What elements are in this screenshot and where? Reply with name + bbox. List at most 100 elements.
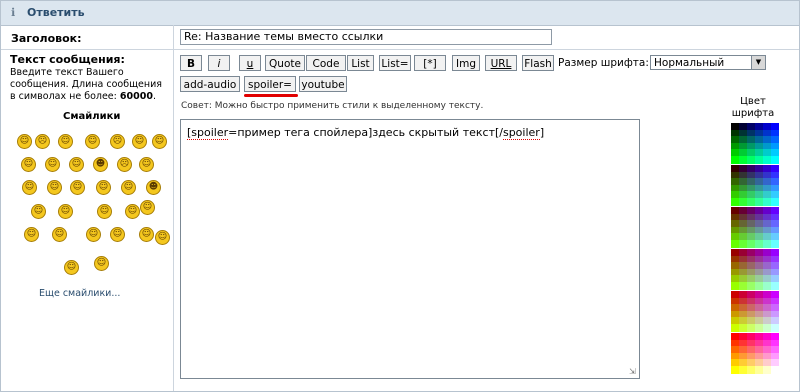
smiley-icon[interactable]: ☺ (31, 204, 46, 219)
smiley-icon[interactable]: ☺ (21, 157, 36, 172)
smiley-icon[interactable]: ☺ (96, 180, 111, 195)
more-smilies-link[interactable]: Еще смайлики... (39, 288, 120, 299)
panel-title: Ответить (27, 6, 85, 19)
smiley-icon[interactable]: ☺ (85, 134, 100, 149)
color-swatch[interactable] (747, 197, 755, 206)
color-swatch[interactable] (747, 239, 755, 248)
color-swatch[interactable] (731, 197, 739, 206)
smiley-icon[interactable]: ☺ (22, 180, 37, 195)
color-swatch[interactable] (755, 197, 763, 206)
smiley-icon[interactable]: ☺ (121, 180, 136, 195)
smiley-icon[interactable]: ☹ (35, 134, 50, 149)
smiley-icon[interactable]: ☺ (132, 134, 147, 149)
toolbar-button-8[interactable]: Img (452, 55, 480, 71)
message-label: Текст сообщения: (10, 53, 125, 66)
smiley-icon[interactable]: ☺ (17, 134, 32, 149)
toolbar-button-7[interactable]: [*] (414, 55, 446, 71)
max-length-value: 60000 (119, 91, 153, 102)
smiley-icon[interactable]: ☺ (70, 180, 85, 195)
color-swatch[interactable] (763, 239, 771, 248)
smiley-icon[interactable]: ☺ (69, 157, 84, 172)
resize-grip-icon[interactable]: ⇲ (629, 368, 637, 376)
smiley-icon[interactable]: ☺ (24, 227, 39, 242)
message-textarea[interactable]: [spoiler=пример тега спойлера]здесь скры… (180, 119, 640, 379)
color-swatch[interactable] (755, 281, 763, 290)
color-swatch[interactable] (771, 365, 779, 374)
color-swatch[interactable] (739, 281, 747, 290)
info-icon: ℹ (11, 6, 16, 19)
color-swatch[interactable] (747, 155, 755, 164)
smiley-icon[interactable]: ☺ (64, 260, 79, 275)
color-swatch[interactable] (755, 155, 763, 164)
smiley-icon[interactable]: ☺ (52, 227, 67, 242)
smiley-icon[interactable]: ☺ (97, 204, 112, 219)
smiley-icon[interactable]: ☺ (139, 157, 154, 172)
color-swatch[interactable] (755, 323, 763, 332)
smiley-icon[interactable]: ☺ (58, 134, 73, 149)
smiley-icon[interactable]: ☺ (125, 204, 140, 219)
color-swatch[interactable] (755, 239, 763, 248)
smiley-icon[interactable]: ☺ (152, 134, 167, 149)
smiley-icon[interactable]: ☺ (45, 157, 60, 172)
color-swatch[interactable] (763, 281, 771, 290)
toolbar-button-3[interactable]: Quote (265, 55, 305, 71)
color-swatch[interactable] (739, 365, 747, 374)
smiley-icon[interactable]: ☻ (93, 157, 108, 172)
color-swatch[interactable] (747, 281, 755, 290)
message-hint: Введите текст Вашего сообщения. Длина со… (10, 67, 162, 102)
smiley-icon[interactable]: ☻ (146, 180, 161, 195)
color-swatch[interactable] (771, 239, 779, 248)
smiley-icon[interactable]: ☺ (47, 180, 62, 195)
color-swatch[interactable] (731, 281, 739, 290)
toolbar-button-10[interactable]: Flash (522, 55, 554, 71)
message-text: [spoiler=пример тега спойлера]здесь скры… (187, 126, 545, 140)
smiley-icon[interactable]: ☺ (110, 227, 125, 242)
smiley-icon[interactable]: ☹ (117, 157, 132, 172)
smiley-icon[interactable]: ☺ (58, 204, 73, 219)
color-swatch[interactable] (755, 365, 763, 374)
toolbar-button-5[interactable]: List (347, 55, 374, 71)
color-swatch[interactable] (731, 323, 739, 332)
panel-header: ℹ Ответить (1, 1, 799, 26)
smiley-icon[interactable]: ☺ (139, 227, 154, 242)
toolbar-button-0[interactable]: B (180, 55, 202, 71)
column-divider (173, 25, 174, 391)
chevron-down-icon[interactable]: ▼ (751, 56, 765, 69)
toolbar-button-row2-0[interactable]: add-audio (180, 76, 240, 92)
color-swatch[interactable] (747, 323, 755, 332)
toolbar-button-row2-1[interactable]: spoiler= (244, 76, 296, 92)
color-swatch[interactable] (771, 281, 779, 290)
smiley-icon[interactable]: ☹ (110, 134, 125, 149)
color-swatch[interactable] (771, 155, 779, 164)
color-swatch[interactable] (747, 365, 755, 374)
color-swatch[interactable] (763, 197, 771, 206)
color-swatch[interactable] (739, 155, 747, 164)
color-swatch[interactable] (771, 323, 779, 332)
toolbar-button-4[interactable]: Code (306, 55, 346, 71)
color-swatch[interactable] (763, 155, 771, 164)
smiley-icon[interactable]: ☺ (86, 227, 101, 242)
color-swatch[interactable] (763, 365, 771, 374)
color-swatch[interactable] (731, 239, 739, 248)
subject-label: Заголовок: (11, 32, 82, 45)
color-swatch[interactable] (731, 365, 739, 374)
color-swatch[interactable] (739, 323, 747, 332)
color-swatch[interactable] (763, 323, 771, 332)
color-swatch[interactable] (739, 197, 747, 206)
smiley-icon[interactable]: ☺ (140, 200, 155, 215)
toolbar-button-6[interactable]: List= (379, 55, 411, 71)
style-hint: Совет: Можно быстро применить стили к вы… (181, 101, 484, 111)
font-size-select[interactable]: Нормальный ▼ (650, 55, 766, 70)
toolbar-button-row2-2[interactable]: youtube (299, 76, 347, 92)
toolbar-button-2[interactable]: u (239, 55, 261, 71)
color-swatch[interactable] (739, 239, 747, 248)
color-swatch[interactable] (771, 197, 779, 206)
highlight-underline (244, 94, 298, 97)
smiley-icon[interactable]: ☺ (155, 230, 170, 245)
subject-input[interactable]: Re: Название темы вместо ссылки (180, 29, 552, 45)
smiley-icon[interactable]: ☺ (94, 256, 109, 271)
toolbar-button-1[interactable]: i (208, 55, 230, 71)
color-swatch[interactable] (731, 155, 739, 164)
toolbar-button-9[interactable]: URL (485, 55, 517, 71)
font-size-label: Размер шрифта: (558, 57, 649, 69)
